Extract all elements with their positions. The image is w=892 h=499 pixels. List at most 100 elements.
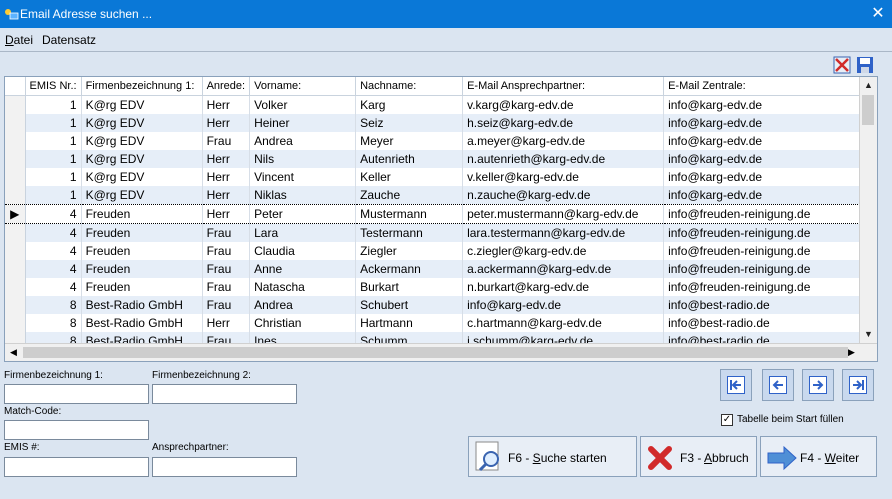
table-row[interactable]: 4 Freuden Frau Claudia Ziegler c.ziegler@karg…: [5, 242, 862, 260]
table-row[interactable]: 1 K@rg EDV Herr Volker Karg v.karg@karg-edv.d…: [5, 95, 862, 114]
cell-nachname[interactable]: Schubert: [355, 296, 464, 314]
cell-email-zentrale[interactable]: info@freuden-reinigung.de: [663, 223, 862, 242]
row-selector[interactable]: [5, 242, 26, 260]
first-record-button[interactable]: [720, 369, 752, 401]
table-row[interactable]: 8 Best-Radio GmbH Frau Andrea Schubert info@k…: [5, 296, 862, 314]
cell-email-ansprech[interactable]: v.karg@karg-edv.de: [462, 95, 665, 114]
cell-email-ansprech[interactable]: info@karg-edv.de: [462, 296, 665, 314]
cell-firma[interactable]: Freuden: [81, 278, 203, 296]
row-selector[interactable]: [5, 186, 26, 205]
cell-vorname[interactable]: Nils: [249, 150, 357, 168]
cell-anrede[interactable]: Herr: [202, 204, 251, 224]
cell-nachname[interactable]: Autenrieth: [355, 150, 464, 168]
cell-emis[interactable]: 4: [25, 204, 82, 224]
cell-email-ansprech[interactable]: lara.testermann@karg-edv.de: [462, 223, 665, 242]
row-selector[interactable]: [5, 296, 26, 314]
cell-email-ansprech[interactable]: v.keller@karg-edv.de: [462, 168, 665, 186]
cell-firma[interactable]: Freuden: [81, 242, 203, 260]
cell-email-zentrale[interactable]: info@freuden-reinigung.de: [663, 260, 862, 278]
table-row[interactable]: 1 K@rg EDV Frau Andrea Meyer a.meyer@karg-edv…: [5, 132, 862, 150]
table-row[interactable]: ▶ 4 Freuden Herr Peter Mustermann peter.muster…: [5, 204, 862, 224]
cell-firma[interactable]: K@rg EDV: [81, 132, 203, 150]
row-selector[interactable]: [5, 168, 26, 186]
cell-anrede[interactable]: Herr: [202, 314, 251, 332]
firma2-input[interactable]: [152, 384, 297, 404]
cell-emis[interactable]: 4: [25, 278, 82, 296]
table-row[interactable]: 1 K@rg EDV Herr Heiner Seiz h.seiz@karg-edv.d…: [5, 114, 862, 132]
cell-nachname[interactable]: Ackermann: [355, 260, 464, 278]
fill-on-start-checkbox[interactable]: ✓: [721, 414, 733, 426]
cell-anrede[interactable]: Frau: [202, 242, 251, 260]
table-row[interactable]: 4 Freuden Frau Natascha Burkart n.burkart@kar…: [5, 278, 862, 296]
cell-firma[interactable]: K@rg EDV: [81, 114, 203, 132]
cell-email-zentrale[interactable]: info@karg-edv.de: [663, 168, 862, 186]
row-selector[interactable]: [5, 278, 26, 296]
vertical-scroll-thumb[interactable]: [862, 95, 874, 125]
delete-filter-icon[interactable]: [833, 56, 851, 74]
cell-firma[interactable]: K@rg EDV: [81, 168, 203, 186]
save-icon[interactable]: [856, 56, 874, 74]
cell-vorname[interactable]: Peter: [249, 204, 357, 224]
row-selector[interactable]: [5, 95, 26, 114]
table-row[interactable]: 8 Best-Radio GmbH Herr Christian Hartmann c.h…: [5, 314, 862, 332]
row-selector[interactable]: [5, 150, 26, 168]
next-record-button[interactable]: [802, 369, 834, 401]
menu-datensatz[interactable]: Datensatz: [42, 33, 96, 47]
horizontal-scrollbar[interactable]: ◀ ▶: [5, 343, 877, 361]
last-record-button[interactable]: [842, 369, 874, 401]
menu-datei[interactable]: Datei: [5, 33, 33, 47]
cell-anrede[interactable]: Frau: [202, 296, 251, 314]
row-selector[interactable]: [5, 314, 26, 332]
ansprech-input[interactable]: [152, 457, 297, 477]
cell-email-ansprech[interactable]: h.seiz@karg-edv.de: [462, 114, 665, 132]
cell-vorname[interactable]: Niklas: [249, 186, 357, 205]
current-row-pointer-icon[interactable]: ▶: [5, 204, 26, 224]
cell-emis[interactable]: 4: [25, 223, 82, 242]
cell-email-zentrale[interactable]: info@freuden-reinigung.de: [663, 242, 862, 260]
table-row[interactable]: 4 Freuden Frau Lara Testermann lara.testerman…: [5, 223, 862, 242]
cell-anrede[interactable]: Herr: [202, 114, 251, 132]
cell-email-zentrale[interactable]: info@karg-edv.de: [663, 186, 862, 205]
cell-nachname[interactable]: Meyer: [355, 132, 464, 150]
cell-email-ansprech[interactable]: c.ziegler@karg-edv.de: [462, 242, 665, 260]
cell-vorname[interactable]: Andrea: [249, 296, 357, 314]
cell-nachname[interactable]: Keller: [355, 168, 464, 186]
cell-vorname[interactable]: Claudia: [249, 242, 357, 260]
cell-anrede[interactable]: Herr: [202, 95, 251, 114]
cell-email-zentrale[interactable]: info@freuden-reinigung.de: [663, 278, 862, 296]
cell-vorname[interactable]: Christian: [249, 314, 357, 332]
cell-email-ansprech[interactable]: c.hartmann@karg-edv.de: [462, 314, 665, 332]
cell-emis[interactable]: 1: [25, 186, 82, 205]
col-firma[interactable]: Firmenbezeichnung 1:: [81, 77, 203, 96]
search-button[interactable]: F6 - Suche starten: [468, 436, 637, 477]
cell-email-zentrale[interactable]: info@freuden-reinigung.de: [663, 204, 862, 224]
cell-vorname[interactable]: Volker: [249, 95, 357, 114]
cell-nachname[interactable]: Seiz: [355, 114, 464, 132]
row-selector[interactable]: [5, 132, 26, 150]
cell-nachname[interactable]: Karg: [355, 95, 464, 114]
results-grid[interactable]: EMIS Nr.: Firmenbezeichnung 1: Anrede: V…: [4, 76, 878, 362]
row-selector[interactable]: [5, 260, 26, 278]
cell-nachname[interactable]: Mustermann: [355, 204, 464, 224]
col-anrede[interactable]: Anrede:: [202, 77, 251, 96]
row-selector[interactable]: [5, 114, 26, 132]
cancel-button[interactable]: F3 - Abbruch: [640, 436, 757, 477]
matchcode-input[interactable]: [4, 420, 149, 440]
cell-anrede[interactable]: Frau: [202, 278, 251, 296]
cell-anrede[interactable]: Frau: [202, 223, 251, 242]
cell-emis[interactable]: 1: [25, 168, 82, 186]
col-emis[interactable]: EMIS Nr.:: [25, 77, 82, 96]
cell-vorname[interactable]: Heiner: [249, 114, 357, 132]
vertical-scrollbar[interactable]: ▲ ▼: [859, 77, 877, 343]
cell-firma[interactable]: K@rg EDV: [81, 150, 203, 168]
col-nachname[interactable]: Nachname:: [355, 77, 464, 96]
cell-firma[interactable]: Best-Radio GmbH: [81, 296, 203, 314]
col-vorname[interactable]: Vorname:: [249, 77, 357, 96]
horizontal-scroll-thumb[interactable]: [23, 347, 848, 358]
cell-vorname[interactable]: Lara: [249, 223, 357, 242]
col-email-ansprech[interactable]: E-Mail Ansprechpartner:: [462, 77, 665, 96]
cell-nachname[interactable]: Burkart: [355, 278, 464, 296]
cell-vorname[interactable]: Natascha: [249, 278, 357, 296]
cell-emis[interactable]: 8: [25, 314, 82, 332]
cell-emis[interactable]: 1: [25, 150, 82, 168]
